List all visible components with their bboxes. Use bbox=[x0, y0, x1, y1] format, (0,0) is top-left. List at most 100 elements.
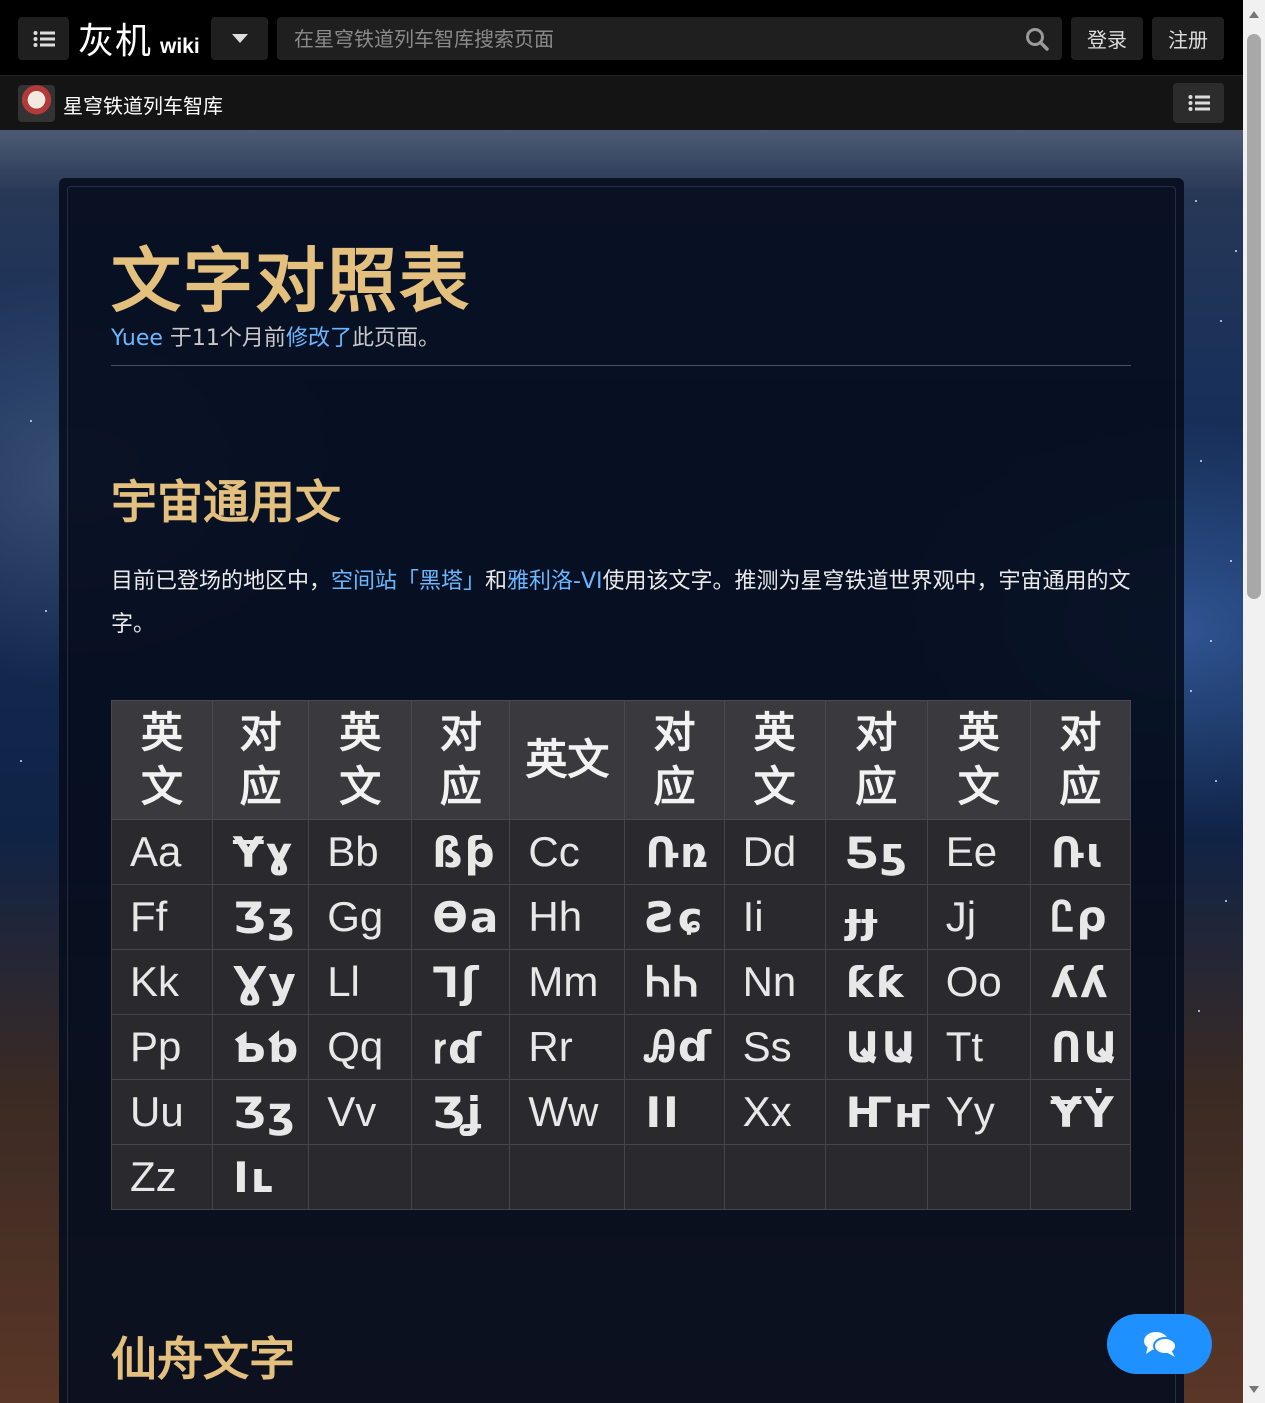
table-row: Ff Ʒʒ Gg Ѳa Hh Ƨɕ Ii ɟɟ Jj Ꮭρ bbox=[110, 884, 1132, 950]
latin-letter-cell: Vv bbox=[308, 1079, 413, 1145]
glyph-cell: ᏂᏂ bbox=[624, 949, 725, 1015]
link-jarilo-vi[interactable]: 雅利洛-VI bbox=[507, 569, 602, 594]
menu-button[interactable] bbox=[18, 17, 69, 60]
star-dot bbox=[1220, 320, 1222, 322]
scroll-down-arrow[interactable] bbox=[1248, 1383, 1260, 1395]
site-avatar[interactable] bbox=[18, 85, 55, 122]
edit-suffix: 此页面。 bbox=[351, 326, 440, 351]
glyph-cell: ɟɟ bbox=[824, 884, 928, 950]
scrollbar[interactable] bbox=[1243, 0, 1265, 1403]
register-button[interactable]: 注册 bbox=[1152, 17, 1224, 60]
glyph-cell: ʎʎ bbox=[1029, 949, 1132, 1015]
glyph-cell: Ѳa bbox=[411, 884, 511, 950]
table-row: Aa Ɏɣ Bb ßƥ Cc Ռռ Dd Ƽƽ Ee Ռɩ bbox=[110, 819, 1132, 885]
glyph-cell bbox=[411, 1144, 511, 1210]
latin-letter-cell: Pp bbox=[110, 1014, 214, 1080]
glyph-cell: Ƨɕ bbox=[624, 884, 725, 950]
search-button[interactable] bbox=[1012, 17, 1062, 60]
edit-info: Yuee 于11个月前修改了此页面。 bbox=[111, 320, 440, 352]
star-dot bbox=[1230, 560, 1232, 562]
latin-letter-cell: Rr bbox=[509, 1014, 626, 1080]
site-title[interactable]: 星穹铁道列车智库 bbox=[63, 90, 223, 119]
latin-letter-cell: Ll bbox=[308, 949, 413, 1015]
star-dot bbox=[1215, 780, 1217, 782]
star-dot bbox=[45, 610, 47, 612]
latin-letter-cell: Oo bbox=[926, 949, 1031, 1015]
star-dot bbox=[1210, 640, 1212, 642]
star-dot bbox=[1200, 460, 1202, 462]
latin-letter-cell: Ff bbox=[110, 884, 214, 950]
wiki-dropdown-button[interactable] bbox=[211, 17, 268, 60]
caret-down-icon bbox=[231, 33, 248, 43]
latin-letter-cell: Ww bbox=[509, 1079, 626, 1145]
glyph-cell bbox=[824, 1144, 928, 1210]
glyph-cell: Ʒʒ bbox=[212, 1079, 310, 1145]
latin-letter-cell: Cc bbox=[509, 819, 626, 885]
latin-letter-cell bbox=[308, 1144, 413, 1210]
table-header: 对应 bbox=[212, 700, 310, 820]
latin-letter-cell: Qq bbox=[308, 1014, 413, 1080]
table-header: 英文 bbox=[509, 700, 626, 820]
star-dot bbox=[30, 420, 32, 422]
section-heading-xianzhou-script: 仙舟文字 bbox=[111, 1332, 295, 1386]
section-description: 目前已登场的地区中，空间站「黑塔」和雅利洛-VI使用该文字。推测为星穹铁道世界观… bbox=[111, 560, 1131, 646]
table-header: 对应 bbox=[624, 700, 725, 820]
glyph-cell bbox=[1029, 1144, 1132, 1210]
glyph-cell: Ʒʒ bbox=[212, 884, 310, 950]
glyph-cell: ßƥ bbox=[411, 819, 511, 885]
chat-button[interactable] bbox=[1107, 1314, 1212, 1374]
glyph-cell: Ɣy bbox=[212, 949, 310, 1015]
glyph-cell: Ꞁʃ bbox=[411, 949, 511, 1015]
latin-letter-cell: Nn bbox=[723, 949, 826, 1015]
scroll-up-arrow[interactable] bbox=[1248, 8, 1260, 20]
star-dot bbox=[1190, 690, 1192, 692]
link-herta-space-station[interactable]: 空间站「黑塔」 bbox=[331, 569, 485, 594]
page-title: 文字对照表 bbox=[111, 240, 471, 322]
star-dot bbox=[1235, 250, 1237, 252]
para-text: 和 bbox=[485, 569, 508, 594]
glyph-cell: Ꮭρ bbox=[1029, 884, 1132, 950]
search-input[interactable] bbox=[277, 17, 1012, 60]
latin-letter-cell: Tt bbox=[926, 1014, 1031, 1080]
latin-letter-cell: Aa bbox=[110, 819, 214, 885]
logo-main-text: 灰机 bbox=[78, 21, 153, 62]
latin-letter-cell: Ss bbox=[723, 1014, 826, 1080]
logo-wiki-text: wiki bbox=[160, 35, 200, 58]
star-dot bbox=[1195, 200, 1197, 202]
latin-letter-cell: Gg bbox=[308, 884, 413, 950]
site-logo[interactable]: 灰机 wiki bbox=[78, 18, 200, 62]
latin-letter-cell: Zz bbox=[110, 1144, 214, 1210]
latin-letter-cell bbox=[509, 1144, 626, 1210]
glyph-cell: ՈԱ bbox=[1029, 1014, 1132, 1080]
para-text: 目前已登场的地区中， bbox=[111, 569, 332, 594]
table-header: 英文 bbox=[308, 700, 413, 820]
glyph-cell: ԱԱ bbox=[824, 1014, 928, 1080]
comments-icon bbox=[1143, 1332, 1177, 1357]
search-icon bbox=[1026, 27, 1049, 51]
editor-link[interactable]: Yuee bbox=[111, 326, 163, 351]
glyph-cell: Ꭿɗ bbox=[624, 1014, 725, 1080]
latin-letter-cell: Mm bbox=[509, 949, 626, 1015]
list-icon bbox=[1188, 95, 1210, 111]
table-row: Uu Ʒʒ Vv Ʒʝ Ww ӀӀ Xx Ҥҥ Yy ɎẎ bbox=[110, 1079, 1132, 1145]
scrollbar-thumb[interactable] bbox=[1247, 34, 1261, 599]
table-row: Zz Ӏʟ bbox=[110, 1144, 1132, 1210]
edit-history-link[interactable]: 修改了 bbox=[286, 326, 352, 351]
latin-letter-cell: Ii bbox=[723, 884, 826, 950]
glyph-cell: ƙƙ bbox=[824, 949, 928, 1015]
script-comparison-table: 英文 对应 英文 对应 英文 对应 英文 对应 英文 对应 Aa Ɏɣ Bb ßƥ Cc… bbox=[110, 700, 1132, 1210]
list-icon bbox=[33, 30, 55, 47]
glyph-cell: Ƽƽ bbox=[824, 819, 928, 885]
site-header: 星穹铁道列车智库 bbox=[0, 76, 1243, 130]
top-navbar: 灰机 wiki 登录 注册 bbox=[0, 0, 1243, 76]
glyph-cell: ꭇɗ bbox=[411, 1014, 511, 1080]
table-header: 英文 bbox=[723, 700, 826, 820]
glyph-cell: Ƅƅ bbox=[212, 1014, 310, 1080]
table-header-row: 英文 对应 英文 对应 英文 对应 英文 对应 英文 对应 bbox=[110, 700, 1132, 820]
latin-letter-cell: Dd bbox=[723, 819, 826, 885]
table-row: Kk Ɣy Ll Ꞁʃ Mm ᏂᏂ Nn ƙƙ Oo ʎʎ bbox=[110, 949, 1132, 1015]
login-button[interactable]: 登录 bbox=[1071, 17, 1143, 60]
latin-letter-cell bbox=[723, 1144, 826, 1210]
site-menu-button[interactable] bbox=[1173, 83, 1224, 123]
table-header: 英文 bbox=[926, 700, 1031, 820]
